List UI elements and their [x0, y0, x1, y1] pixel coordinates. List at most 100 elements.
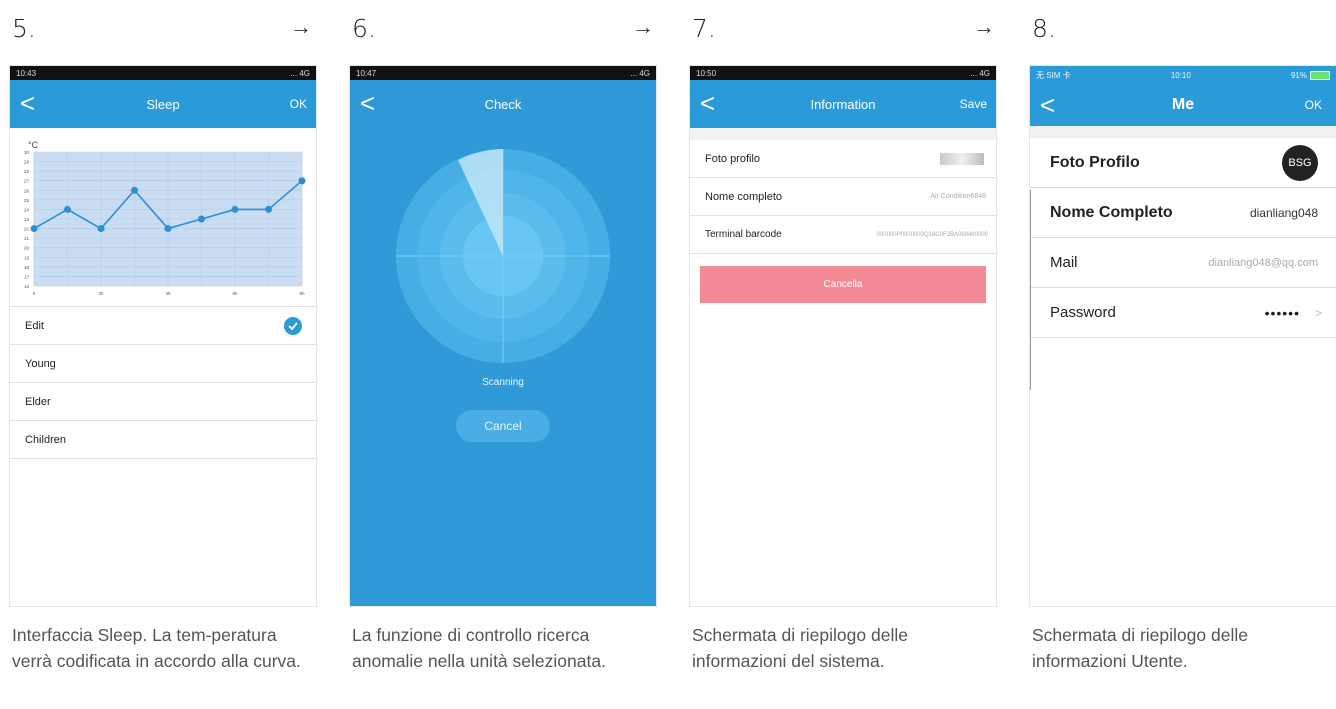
y-tick-label: 22 [24, 227, 30, 232]
sleep-curve-point [64, 205, 71, 213]
delete-button[interactable]: Cancella [700, 266, 986, 303]
sleep-curve-point [131, 186, 138, 194]
screen-title: Me [1171, 96, 1195, 113]
section-divider [1030, 126, 1336, 138]
save-button[interactable]: Save [960, 97, 987, 111]
info-row-photo[interactable]: Foto profilo [690, 140, 996, 178]
row-label: Nome Completo [1050, 203, 1173, 221]
row-label: Foto Profilo [1050, 153, 1140, 171]
phone-check-screen: 10:47 ... 4G < Check Scanning Cancel [350, 66, 656, 606]
y-tick-label: 24 [24, 207, 30, 212]
info-row-name[interactable]: Nome completo Air Condition6848 [690, 178, 996, 216]
sleep-curve-point [231, 205, 239, 213]
status-bar: 10:47 ... 4G [350, 66, 656, 80]
mode-item-edit[interactable]: Edit [10, 307, 316, 345]
navbar: < Check [350, 80, 656, 128]
sleep-curve-point [198, 215, 205, 223]
back-icon[interactable]: < [1040, 92, 1055, 118]
step-arrow: → [290, 14, 312, 39]
back-icon[interactable]: < [700, 90, 715, 116]
step-number-8: 8. [1032, 14, 1056, 43]
step-number-7: 7. [692, 14, 716, 43]
back-icon[interactable]: < [20, 90, 35, 116]
status-time: 10:43 [16, 68, 37, 78]
y-tick-label: 23 [24, 217, 30, 222]
sleep-chart-svg: 30 29 28 27 26 25 24 23 22 21 20 19 18 17 160 2h 4h 6h 8h [24, 150, 306, 296]
step-arrow: → [632, 14, 654, 39]
me-row-password[interactable]: Password •••••• > [1030, 288, 1336, 338]
status-time: 10:50 [696, 68, 717, 78]
status-bar: 10:50 ... 4G [690, 66, 996, 80]
status-carrier: 无 SIM 卡 [1036, 70, 1071, 80]
status-time: 10:10 [1170, 70, 1191, 80]
mode-item-young[interactable]: Young [10, 345, 316, 383]
y-tick-label: 30 [24, 150, 30, 155]
screen-title: Check [484, 96, 522, 112]
y-tick-label: 19 [24, 255, 30, 260]
avatar: BSG [1282, 144, 1318, 181]
y-tick-label: 28 [24, 169, 30, 174]
navbar: < Sleep OK [10, 80, 316, 128]
row-value: 000000P0000000Q18C0F2BA068480000 [876, 231, 988, 238]
status-signal: ... 4G [290, 68, 310, 78]
sleep-curve-point [30, 225, 38, 233]
ok-button[interactable]: OK [290, 97, 307, 111]
phone-information-screen: 10:50 ... 4G < Information Save Foto pro… [690, 66, 996, 606]
ok-button[interactable]: OK [1305, 98, 1322, 112]
caption-step-8: Schermata di riepilogo delle informazion… [1032, 625, 1248, 671]
y-tick-label: 18 [24, 265, 30, 270]
y-tick-label: 29 [24, 160, 30, 165]
sleep-curve-chart[interactable]: °C 30 29 28 27 26 25 24 23 22 21 20 19 18 17 16 0 2h 4h 6h… [10, 128, 316, 307]
caption-step-5: Interfaccia Sleep. La tem-peratura verrà… [12, 625, 301, 671]
caption-step-6: La funzione di controllo ricerca anomali… [352, 625, 606, 671]
scanning-status: Scanning [482, 377, 524, 388]
profile-photo-thumbnail [940, 152, 984, 165]
row-value: dianliang048 [1249, 205, 1318, 220]
screen-title: Sleep [146, 96, 180, 112]
status-time: 10:47 [356, 68, 377, 78]
step-arrow: → [973, 14, 995, 39]
me-row-mail[interactable]: Mail dianliang048@qq.com [1030, 238, 1336, 288]
status-battery: 91% [1291, 70, 1330, 80]
info-row-barcode: Terminal barcode 000000P0000000Q18C0F2BA… [690, 216, 996, 254]
mode-list: Edit Young Elder Children [10, 307, 316, 459]
navbar: < Information Save [690, 80, 996, 128]
sleep-curve-point [265, 205, 272, 213]
back-icon[interactable]: < [360, 90, 375, 116]
checkmark-icon [284, 316, 302, 335]
x-tick-label: 4h [165, 291, 171, 296]
y-tick-label: 20 [24, 246, 30, 251]
row-label: Nome completo [705, 190, 783, 203]
navbar: < Me OK [1030, 84, 1336, 126]
radar-scanner [396, 149, 610, 363]
x-tick-label: 0 [33, 291, 36, 296]
caption-step-7: Schermata di riepilogo delle informazion… [692, 625, 908, 671]
row-label: Terminal barcode [705, 229, 782, 240]
status-bar: 无 SIM 卡 10:10 91% [1030, 66, 1336, 84]
mode-label: Young [25, 357, 56, 370]
me-row-photo[interactable]: Foto Profilo BSG [1030, 138, 1336, 188]
left-edge-line [1030, 190, 1031, 390]
x-tick-label: 6h [232, 291, 238, 296]
sleep-curve-point [164, 225, 172, 233]
mode-label: Edit [25, 319, 44, 332]
y-tick-label: 25 [24, 198, 30, 203]
mode-label: Children [25, 433, 66, 446]
y-tick-label: 27 [24, 179, 30, 184]
mode-label: Elder [25, 395, 51, 408]
x-tick-label: 8h [299, 291, 305, 296]
row-label: Mail [1050, 254, 1078, 271]
phone-me-screen: 无 SIM 卡 10:10 91% < Me OK Foto Profilo B… [1030, 66, 1336, 606]
y-tick-label: 16 [24, 284, 30, 289]
me-row-name[interactable]: Nome Completo dianliang048 [1030, 188, 1336, 238]
cancel-button[interactable]: Cancel [456, 410, 550, 442]
mode-item-elder[interactable]: Elder [10, 383, 316, 421]
x-tick-label: 2h [98, 291, 104, 296]
y-tick-label: 21 [24, 236, 30, 241]
chevron-right-icon: > [1314, 305, 1322, 320]
row-label: Foto profilo [705, 152, 761, 165]
row-value: dianliang048@qq.com [1208, 256, 1318, 269]
y-tick-label: 26 [24, 188, 30, 193]
status-signal: ... 4G [630, 68, 650, 78]
mode-item-children[interactable]: Children [10, 421, 316, 459]
